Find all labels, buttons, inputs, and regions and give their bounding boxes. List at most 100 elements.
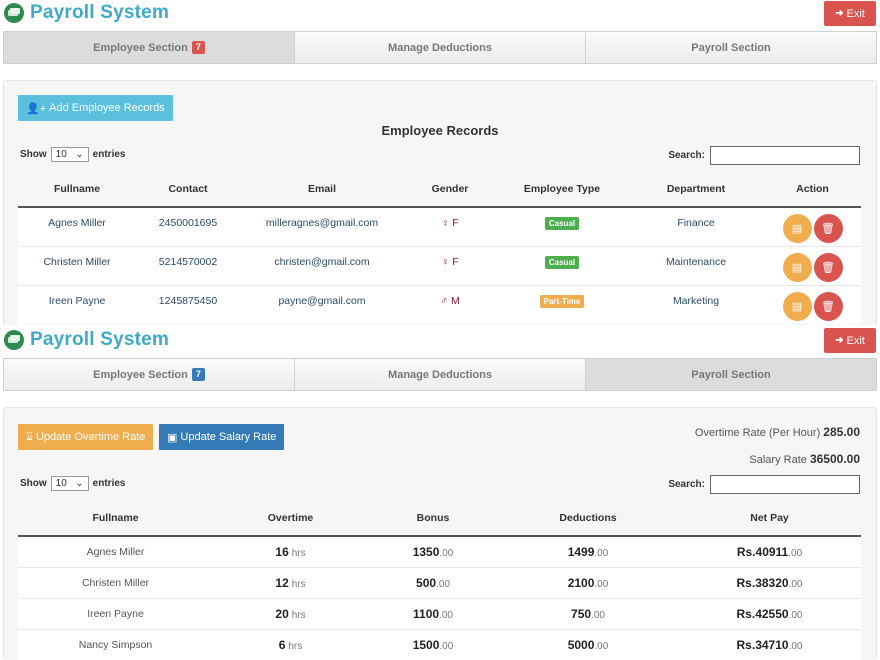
money-bill-icon: ▣: [167, 431, 178, 444]
file-icon: ▤: [791, 261, 803, 274]
table-row: Christen Miller 12 hrs 500.00 2100.00 Rs.383…: [18, 566, 861, 598]
deductions-value: 2100: [567, 575, 595, 590]
tab-employee-section[interactable]: Employee Section 7: [4, 359, 295, 390]
section-title: Employee Records: [381, 123, 499, 138]
trash-icon: 🗑︎: [821, 223, 835, 235]
cell-type: Casual: [496, 206, 628, 246]
entries-select[interactable]: 10 ⌄: [50, 147, 89, 162]
show-label: Show: [20, 478, 47, 489]
cell-net-pay: Rs.42550.00: [678, 597, 861, 629]
overtime-value: 6: [278, 637, 286, 652]
overtime-value: 12: [275, 575, 289, 590]
decimal-suffix: .00: [439, 640, 454, 652]
col-fullname[interactable]: Fullname: [18, 500, 213, 537]
col-net-pay[interactable]: Net Pay: [678, 500, 861, 537]
employee-table: Fullname Contact Email Gender Employee T…: [18, 171, 861, 324]
col-gender[interactable]: Gender: [404, 171, 496, 208]
app-title: Payroll System: [30, 329, 170, 350]
employee-count-badge: 7: [191, 368, 205, 381]
overtime-rate-display: Overtime Rate (Per Hour) 285.00: [695, 425, 860, 439]
cell-fullname: Ireen Payne: [18, 597, 213, 629]
tab-manage-deductions[interactable]: Manage Deductions: [295, 359, 586, 390]
decimal-suffix: .00: [788, 609, 803, 621]
file-icon: ▤: [791, 223, 803, 235]
exit-label: Exit: [846, 334, 865, 347]
decimal-suffix: .00: [788, 640, 803, 652]
entries-value: 10: [55, 478, 67, 489]
cell-deductions: 5000.00: [498, 628, 678, 660]
overtime-value: 20: [275, 606, 289, 621]
hourglass-icon: ⌛︎: [26, 430, 33, 443]
delete-record-button[interactable]: 🗑︎: [813, 214, 843, 243]
cell-bonus: 1350.00: [368, 535, 498, 567]
table-row: Ireen Payne 20 hrs 1100.00 750.00 Rs.42550.0…: [18, 597, 861, 629]
cell-contact: 2450001695: [136, 206, 240, 246]
search-box: Search:: [668, 146, 860, 165]
exit-button[interactable]: ➜ Exit: [824, 328, 876, 353]
cell-action: ▤ 🗑︎: [764, 284, 861, 324]
table-row: Nancy Simpson 6 hrs 1500.00 5000.00 Rs.34710…: [18, 628, 861, 660]
col-department[interactable]: Department: [628, 171, 764, 208]
trash-icon: 🗑︎: [821, 261, 835, 274]
tab-payroll-section[interactable]: Payroll Section: [586, 359, 876, 390]
cell-deductions: 750.00: [498, 597, 678, 629]
app-title: Payroll System: [30, 2, 170, 23]
tab-label: Manage Deductions: [388, 41, 492, 54]
deductions-value: 750: [571, 606, 592, 621]
decimal-suffix: .00: [594, 547, 609, 559]
entries-select[interactable]: 10 ⌄: [50, 476, 89, 491]
salary-rate-value: 36500.00: [809, 452, 860, 466]
decimal-suffix: .00: [788, 578, 803, 590]
employee-type-badge: Casual: [544, 255, 580, 269]
cell-contact: 1245875450: [136, 284, 240, 324]
col-overtime[interactable]: Overtime: [213, 500, 368, 537]
col-fullname[interactable]: Fullname: [18, 171, 136, 208]
cell-email: christen@gmail.com: [240, 245, 404, 285]
update-overtime-rate-button[interactable]: ⌛︎ Update Overtime Rate: [18, 424, 154, 450]
cell-overtime: 6 hrs: [213, 628, 368, 660]
decimal-suffix: .00: [439, 609, 453, 621]
col-contact[interactable]: Contact: [136, 171, 240, 208]
payroll-section-view: Payroll System ➜ Exit Employee Section 7…: [0, 325, 880, 660]
update-salary-rate-button[interactable]: ▣ Update Salary Rate: [159, 424, 285, 450]
net-pay-value: Rs.34710: [736, 637, 789, 652]
overtime-value: 16: [275, 544, 289, 559]
col-deductions[interactable]: Deductions: [498, 500, 678, 537]
cell-action: ▤ 🗑︎: [764, 245, 861, 285]
bonus-value: 500: [416, 575, 437, 590]
tab-employee-section[interactable]: Employee Section 7: [4, 32, 295, 63]
cell-fullname: Ireen Payne: [18, 284, 136, 324]
exit-button[interactable]: ➜ Exit: [824, 1, 876, 26]
col-email[interactable]: Email: [240, 171, 404, 208]
col-bonus[interactable]: Bonus: [368, 500, 498, 537]
update-salary-label: Update Salary Rate: [180, 431, 277, 443]
decimal-suffix: .00: [594, 640, 609, 652]
female-icon: ♀︎: [441, 217, 450, 229]
sign-out-icon: ➜: [835, 8, 844, 19]
cell-department: Marketing: [628, 284, 764, 324]
entries-value: 10: [55, 149, 67, 160]
view-record-button[interactable]: ▤: [782, 252, 812, 282]
hrs-unit: hrs: [291, 578, 306, 590]
chevron-down-icon: ⌄: [75, 478, 84, 489]
search-box: Search:: [668, 475, 860, 494]
tab-label: Payroll Section: [691, 368, 771, 381]
tab-manage-deductions[interactable]: Manage Deductions: [295, 32, 586, 63]
delete-record-button[interactable]: 🗑︎: [813, 291, 843, 321]
net-pay-value: Rs.38320: [736, 575, 789, 590]
tab-label: Employee Section: [93, 41, 188, 54]
cell-fullname: Nancy Simpson: [18, 628, 213, 660]
cell-gender: ♀︎ F: [404, 245, 496, 285]
add-employee-button[interactable]: 👤+ Add Employee Records: [18, 95, 173, 121]
cell-fullname: Agnes Miller: [18, 535, 213, 567]
delete-record-button[interactable]: 🗑︎: [813, 252, 843, 282]
view-record-button[interactable]: ▤: [782, 291, 812, 321]
search-input[interactable]: [710, 475, 860, 494]
add-employee-label: Add Employee Records: [49, 102, 165, 114]
search-input[interactable]: [710, 146, 860, 165]
view-record-button[interactable]: ▤: [782, 214, 812, 243]
cell-email: payne@gmail.com: [240, 284, 404, 324]
cell-overtime: 20 hrs: [213, 597, 368, 629]
col-employee-type[interactable]: Employee Type: [496, 171, 628, 208]
tab-payroll-section[interactable]: Payroll Section: [586, 32, 876, 63]
